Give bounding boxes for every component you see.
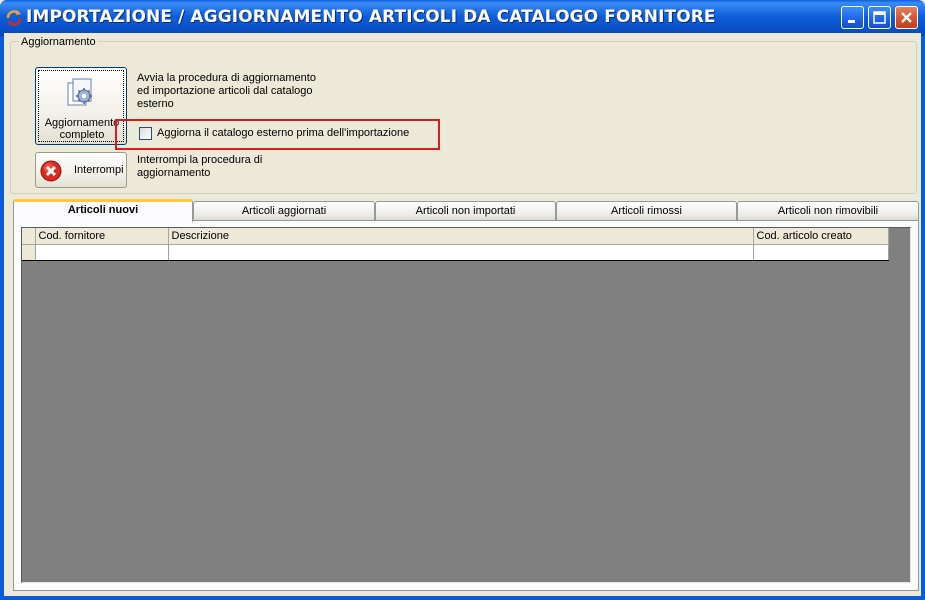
- grid-header-row: Cod. fornitore Descrizione Cod. articolo…: [22, 228, 889, 245]
- cell-cod-articolo-creato[interactable]: [753, 244, 889, 262]
- row-selector-header[interactable]: [22, 228, 36, 245]
- close-icon: [901, 12, 912, 23]
- maximize-icon: [873, 11, 886, 24]
- tab-articoli-non-importati[interactable]: Articoli non importati: [375, 201, 556, 221]
- document-gear-icon: [67, 78, 92, 106]
- update-catalog-checkbox-label[interactable]: Aggiorna il catalogo esterno prima dell'…: [157, 127, 409, 139]
- stop-description: Interrompi la procedura di aggiornamento: [137, 154, 263, 179]
- table-row[interactable]: [22, 244, 889, 262]
- column-header-descrizione[interactable]: Descrizione: [168, 228, 754, 245]
- column-header-cod-fornitore[interactable]: Cod. fornitore: [35, 228, 169, 245]
- cell-cod-fornitore[interactable]: [35, 244, 169, 262]
- update-group-legend: Aggiornamento: [19, 36, 98, 48]
- window-title: IMPORTAZIONE / AGGIORNAMENTO ARTICOLI DA…: [26, 7, 716, 27]
- full-update-description: Avvia la procedura di aggiornamento ed i…: [137, 72, 316, 110]
- title-bar[interactable]: IMPORTAZIONE / AGGIORNAMENTO ARTICOLI DA…: [0, 0, 925, 36]
- maximize-button[interactable]: [868, 6, 891, 29]
- data-grid[interactable]: Cod. fornitore Descrizione Cod. articolo…: [21, 227, 911, 583]
- close-button[interactable]: [895, 6, 918, 29]
- window-client-area: Aggiornamento Aggiornamento completo Avv…: [4, 33, 921, 596]
- checkbox-box[interactable]: [139, 127, 152, 140]
- tab-articoli-non-rimovibili[interactable]: Articoli non rimovibili: [737, 201, 919, 221]
- app-icon: [6, 10, 22, 26]
- tab-strip: Articoli nuovi Articoli aggiornati Artic…: [13, 199, 919, 222]
- row-selector[interactable]: [22, 244, 36, 262]
- minimize-icon: [848, 20, 855, 23]
- stop-button[interactable]: Interrompi: [35, 152, 127, 188]
- full-update-button[interactable]: Aggiornamento completo: [35, 67, 127, 145]
- cell-descrizione[interactable]: [168, 244, 754, 262]
- grid-table: Cod. fornitore Descrizione Cod. articolo…: [22, 228, 889, 262]
- update-groupbox: Aggiornamento Aggiornamento completo Avv…: [10, 37, 917, 194]
- tab-articoli-nuovi[interactable]: Articoli nuovi: [13, 199, 193, 222]
- tab-page: Cod. fornitore Descrizione Cod. articolo…: [13, 220, 919, 591]
- tab-articoli-aggiornati[interactable]: Articoli aggiornati: [193, 201, 375, 221]
- stop-button-label: Interrompi: [74, 164, 124, 176]
- tab-articoli-rimossi[interactable]: Articoli rimossi: [556, 201, 737, 221]
- column-header-cod-articolo-creato[interactable]: Cod. articolo creato: [753, 228, 889, 245]
- red-x-icon: [40, 160, 62, 182]
- full-update-label-line2: completo: [59, 129, 105, 141]
- full-update-label-line1: Aggiornamento: [44, 117, 120, 129]
- main-window: IMPORTAZIONE / AGGIORNAMENTO ARTICOLI DA…: [0, 0, 925, 600]
- minimize-button[interactable]: [841, 6, 864, 29]
